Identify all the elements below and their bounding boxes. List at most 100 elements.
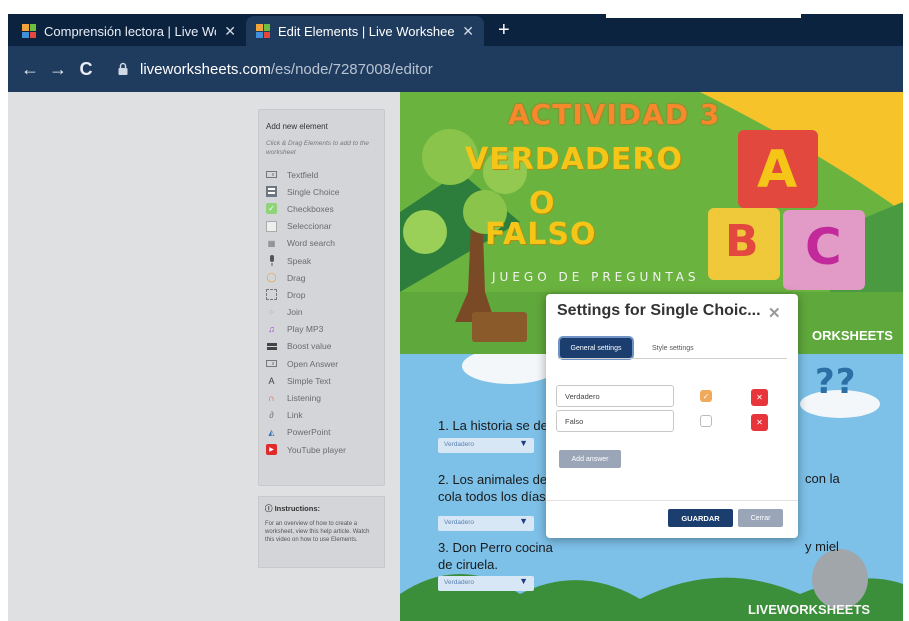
sidebar-item-label: YouTube player — [287, 444, 346, 455]
sidebar-item-label: Link — [287, 410, 303, 421]
question-1: 1. La historia se des — [438, 418, 555, 433]
sidebar-item-single-choice[interactable]: Single Choice — [266, 183, 377, 200]
liveworksheets-favicon-icon — [22, 24, 36, 38]
back-arrow-icon[interactable]: ← — [16, 59, 44, 80]
sidebar-item-link[interactable]: ∂ Link — [266, 407, 377, 424]
url-path: /es/node/7287008/editor — [270, 60, 433, 78]
tab-close-icon[interactable]: ✕ — [462, 23, 474, 40]
sidebar-subtitle: Click & Drag Elements to add to the work… — [266, 140, 369, 156]
url-field[interactable]: liveworksheets.com /es/node/7287008/edit… — [116, 54, 886, 84]
liveworksheets-favicon-icon — [256, 24, 270, 38]
info-icon: ⓘ — [265, 504, 275, 513]
answer-field-2[interactable] — [556, 410, 674, 432]
word-search-icon: ▦ — [267, 238, 276, 248]
close-icon[interactable]: ✕ — [768, 304, 781, 322]
answer-select-1[interactable]: Verdadero ▼ — [438, 438, 534, 453]
sidebar-item-label: Boost value — [287, 341, 332, 352]
plus-icon[interactable]: + — [498, 19, 510, 41]
sidebar-item-youtube-player[interactable]: ▶ YouTube player — [266, 441, 377, 458]
sidebar-item-label: Drag — [287, 272, 306, 283]
sidebar-item-seleccionar[interactable]: Seleccionar — [266, 218, 377, 235]
address-bar: ← → C liveworksheets.com /es/node/728700… — [8, 46, 903, 92]
browser-tab-edit-elements[interactable]: Edit Elements | Live Worksheets ✕ — [246, 16, 484, 46]
question-3-continuation: y miel — [805, 539, 839, 554]
select-icon — [266, 220, 277, 232]
boost-icon — [266, 341, 277, 352]
chevron-down-icon: ▼ — [519, 438, 528, 448]
forward-arrow-icon[interactable]: → — [44, 59, 72, 80]
answer-select-3[interactable]: Verdadero ▼ — [438, 576, 534, 591]
dialog-title: Settings for Single Choic... — [557, 302, 761, 319]
sidebar-item-label: PowerPoint — [287, 427, 331, 438]
window-edge — [606, 14, 801, 18]
title-line-falso: FALSO — [485, 217, 597, 252]
settings-dialog: Settings for Single Choic... ✕ General s… — [546, 294, 798, 538]
sidebar-item-listening[interactable]: ∩ Listening — [266, 389, 377, 406]
sidebar-title: Add new element — [266, 122, 328, 131]
title-line-verdadero: VERDADERO — [465, 142, 683, 177]
powerpoint-icon: ◭ — [268, 427, 275, 437]
tab-style-settings[interactable]: Style settings — [652, 338, 694, 358]
microphone-icon — [266, 255, 277, 267]
tab-title: Edit Elements | Live Worksheets — [278, 23, 455, 39]
sidebar-item-simple-text[interactable]: A Simple Text — [266, 372, 377, 389]
block-letter-a: A — [757, 140, 799, 200]
sidebar-item-textfield[interactable]: Textfield — [266, 166, 377, 183]
tab-general-settings[interactable]: General settings — [560, 338, 632, 358]
delete-answer-button-1[interactable]: ✕ — [751, 389, 768, 406]
sidebar-item-label: Word search — [287, 238, 336, 249]
instructions-panel: ⓘ Instructions: For an overview of how t… — [258, 496, 385, 568]
correct-checkbox-1[interactable]: ✓ — [700, 390, 712, 402]
text-icon: A — [268, 375, 275, 386]
sidebar-item-label: Simple Text — [287, 375, 331, 386]
sidebar-item-word-search[interactable]: ▦ Word search — [266, 235, 377, 252]
sidebar-item-powerpoint[interactable]: ◭ PowerPoint — [266, 424, 377, 441]
sidebar-item-label: Listening — [287, 393, 322, 404]
answer-field-1[interactable] — [556, 385, 674, 407]
cancel-button[interactable]: Cerrar — [738, 509, 783, 527]
tab-title: Comprensión lectora | Live Work — [44, 23, 217, 39]
add-answer-button[interactable]: Add answer — [559, 450, 621, 468]
headphones-icon: ∩ — [268, 393, 275, 404]
sidebar-item-drop[interactable]: Drop — [266, 286, 377, 303]
editor-page: Add new element Click & Drag Elements to… — [8, 92, 903, 621]
join-icon: ⁘ — [268, 307, 275, 317]
sidebar-item-open-answer[interactable]: Open Answer — [266, 355, 377, 372]
sidebar-item-label: Join — [287, 307, 303, 318]
lock-icon — [118, 62, 128, 75]
link-icon: ∂ — [269, 410, 274, 421]
sidebar-item-label: Textfield — [287, 169, 319, 180]
question-2: 2. Los animales de cola todos los días — [438, 472, 548, 504]
open-answer-icon — [266, 358, 277, 369]
browser-window: Comprensión lectora | Live Work ✕ Edit E… — [8, 14, 903, 621]
sidebar-item-join[interactable]: ⁘ Join — [266, 304, 377, 321]
delete-answer-button-2[interactable]: ✕ — [751, 414, 768, 431]
correct-checkbox-2[interactable] — [700, 415, 712, 427]
sidebar-item-play-mp3[interactable]: ♫ Play MP3 — [266, 321, 377, 338]
url-host: liveworksheets.com — [140, 60, 271, 78]
answer-select-2[interactable]: Verdadero ▼ — [438, 516, 534, 531]
sidebar-item-label: Seleccionar — [287, 221, 332, 232]
sidebar-item-drag[interactable]: ◯ Drag — [266, 269, 377, 286]
block-letter-c: C — [805, 218, 843, 276]
checkbox-icon: ✓ — [266, 203, 277, 215]
save-button[interactable]: GUARDAR — [668, 509, 733, 527]
tab-divider — [558, 358, 787, 359]
reload-icon[interactable]: C — [72, 59, 100, 80]
sidebar-item-checkboxes[interactable]: ✓ Checkboxes — [266, 200, 377, 217]
browser-tab-comprension[interactable]: Comprensión lectora | Live Work ✕ — [12, 16, 246, 46]
sidebar-item-label: Checkboxes — [287, 203, 334, 214]
question-3: 3. Don Perro cocina de ciruela. — [438, 540, 553, 572]
tab-close-icon[interactable]: ✕ — [224, 23, 236, 40]
chevron-down-icon: ▼ — [519, 516, 528, 526]
question-2-continuation: con la — [805, 471, 840, 486]
drop-icon — [266, 289, 277, 301]
music-icon: ♫ — [268, 324, 275, 335]
sidebar-item-boost-value[interactable]: Boost value — [266, 338, 377, 355]
sidebar-item-label: Play MP3 — [287, 324, 324, 335]
elements-sidebar: Add new element Click & Drag Elements to… — [258, 109, 385, 486]
sidebar-item-label: Speak — [287, 255, 312, 266]
textfield-icon — [266, 169, 277, 180]
youtube-icon: ▶ — [266, 444, 277, 456]
sidebar-item-speak[interactable]: Speak — [266, 252, 377, 269]
